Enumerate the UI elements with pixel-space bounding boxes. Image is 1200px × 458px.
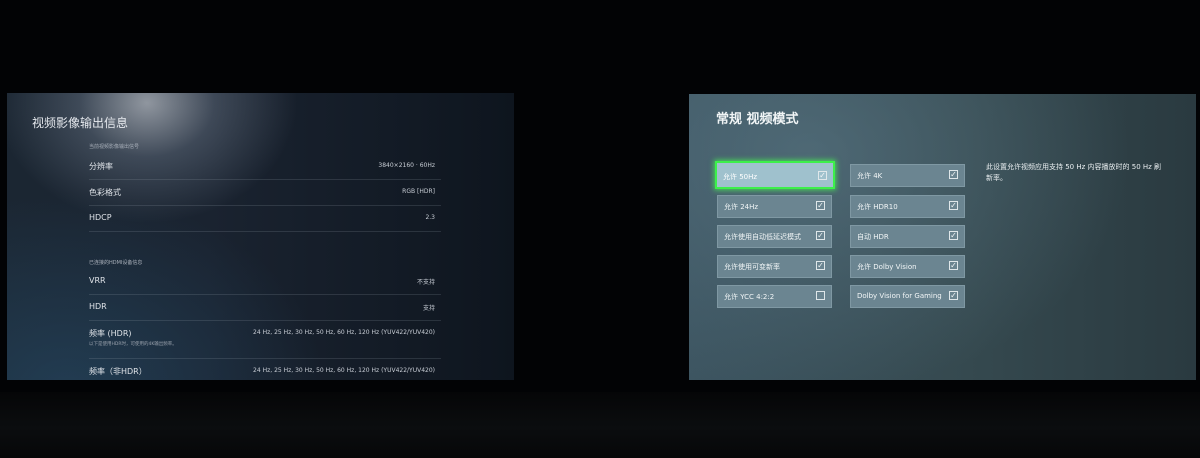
checkbox-checked-icon[interactable]: ✓	[949, 231, 958, 240]
option-variable-refresh[interactable]: 允许使用可变新率 ✓	[717, 255, 832, 278]
page-title: 常规 视频模式	[716, 112, 799, 127]
checkbox-checked-icon[interactable]: ✓	[949, 201, 958, 210]
checkbox-unchecked-icon[interactable]	[816, 291, 825, 300]
option-allow-50hz[interactable]: 允许 50Hz ✓	[715, 161, 835, 189]
checkbox-checked-icon[interactable]: ✓	[818, 171, 827, 180]
option-dolby-vision-gaming[interactable]: Dolby Vision for Gaming ✓	[850, 285, 965, 308]
info-row-resolution[interactable]: 分辨率 3840×2160 · 60Hz	[89, 155, 441, 180]
option-ycc-422[interactable]: 允许 YCC 4:2:2	[717, 285, 832, 308]
info-row-label: VRR	[89, 276, 106, 285]
option-allow-4k[interactable]: 允许 4K ✓	[850, 164, 965, 187]
info-row-value: 24 Hz, 25 Hz, 30 Hz, 50 Hz, 60 Hz, 120 H…	[253, 329, 435, 336]
info-row-vrr[interactable]: VRR 不支持	[89, 270, 441, 295]
info-row-label: HDR	[89, 302, 107, 311]
option-label: 允许 HDR10	[857, 203, 898, 211]
info-row-value: RGB [HDR]	[402, 188, 435, 195]
info-row-label: 色彩格式	[89, 188, 121, 197]
option-allow-24hz[interactable]: 允许 24Hz ✓	[717, 195, 832, 218]
checkbox-checked-icon[interactable]: ✓	[949, 261, 958, 270]
info-row-hdcp[interactable]: HDCP 2.3	[89, 207, 441, 232]
video-modes-screen: 常规 视频模式 允许 50Hz ✓ 允许 24Hz ✓ 允许使用自动低延迟模式 …	[689, 94, 1196, 380]
option-label: 允许 Dolby Vision	[857, 263, 917, 271]
info-row-hdr[interactable]: HDR 支持	[89, 296, 441, 321]
info-row-color-format[interactable]: 色彩格式 RGB [HDR]	[89, 181, 441, 206]
info-row-label: HDCP	[89, 213, 112, 222]
page-title: 视频影像输出信息	[32, 116, 129, 130]
checkbox-checked-icon[interactable]: ✓	[949, 170, 958, 179]
checkbox-checked-icon[interactable]: ✓	[816, 231, 825, 240]
option-label: 允许 4K	[857, 172, 883, 180]
info-row-value: 24 Hz, 25 Hz, 30 Hz, 50 Hz, 60 Hz, 120 H…	[253, 367, 435, 374]
photo-stage: 视频影像输出信息 当前视频影像输出信号 分辨率 3840×2160 · 60Hz…	[0, 0, 1200, 458]
video-output-info-screen: 视频影像输出信息 当前视频影像输出信号 分辨率 3840×2160 · 60Hz…	[7, 93, 514, 380]
info-row-refresh-hdr[interactable]: 频率 (HDR) 24 Hz, 25 Hz, 30 Hz, 50 Hz, 60 …	[89, 322, 441, 359]
option-auto-hdr[interactable]: 自动 HDR ✓	[850, 225, 965, 248]
info-row-label: 频率 (HDR)	[89, 329, 132, 338]
info-row-label: 频率（非HDR）	[89, 367, 147, 376]
option-label: Dolby Vision for Gaming	[857, 292, 942, 300]
option-allow-hdr10[interactable]: 允许 HDR10 ✓	[850, 195, 965, 218]
checkbox-checked-icon[interactable]: ✓	[949, 291, 958, 300]
option-label: 允许使用自动低延迟模式	[724, 233, 801, 241]
option-label: 允许 50Hz	[723, 173, 758, 181]
info-row-refresh-sdr[interactable]: 频率（非HDR） 24 Hz, 25 Hz, 30 Hz, 50 Hz, 60 …	[89, 360, 441, 380]
checkbox-checked-icon[interactable]: ✓	[816, 261, 825, 270]
info-row-value: 2.3	[425, 214, 435, 221]
option-allow-dolby-vision[interactable]: 允许 Dolby Vision ✓	[850, 255, 965, 278]
info-row-value: 支持	[422, 305, 435, 312]
info-row-label: 分辨率	[89, 162, 113, 171]
option-label: 允许 YCC 4:2:2	[724, 293, 775, 301]
checkbox-checked-icon[interactable]: ✓	[816, 201, 825, 210]
option-auto-low-latency[interactable]: 允许使用自动低延迟模式 ✓	[717, 225, 832, 248]
floor-reflection	[0, 392, 1200, 458]
option-label: 允许 24Hz	[724, 203, 759, 211]
current-signal-section-label: 当前视频影像输出信号	[89, 144, 140, 150]
option-label: 允许使用可变新率	[724, 263, 780, 271]
info-row-value: 3840×2160 · 60Hz	[378, 162, 435, 169]
info-row-note: 以下是使用HDR时，可使用的4K输出频率。	[89, 342, 177, 347]
info-row-value: 不支持	[416, 279, 435, 286]
option-label: 自动 HDR	[857, 233, 889, 241]
option-description: 此设置允许视频应用支持 50 Hz 内容播放时的 50 Hz 刷新率。	[986, 163, 1162, 182]
hdmi-device-section-label: 已连接的HDMI设备信息	[89, 260, 143, 266]
